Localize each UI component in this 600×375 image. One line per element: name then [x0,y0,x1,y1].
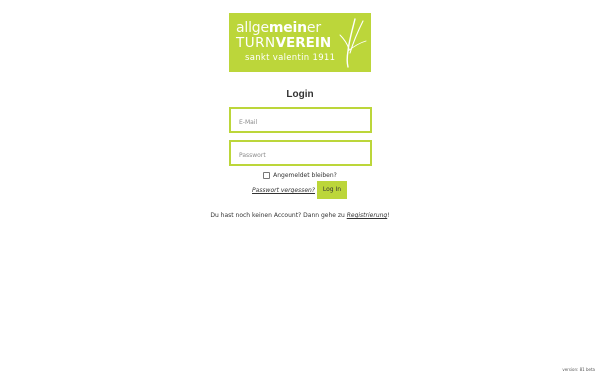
login-page: allgemeiner TURNVEREIN sankt valentin 19… [0,0,600,375]
version-label: version: 81 beta [562,367,595,372]
login-button[interactable]: Log In [317,181,347,199]
password-input[interactable] [231,144,370,167]
logo-text-turn: TURN [236,35,276,51]
password-field-frame [229,140,372,167]
logo-text-mein: mein [268,20,307,36]
remember-me-label[interactable]: Angemeldet bleiben? [273,172,337,179]
club-logo: allgemeiner TURNVEREIN sankt valentin 19… [229,13,371,72]
email-input[interactable] [231,111,370,134]
register-link[interactable]: Registrierung [347,212,388,219]
logo-text-top: allgemeiner [236,20,321,36]
logo-text-bottom: sankt valentin 1911 [245,53,336,63]
register-line: Du hast noch keinen Account? Dann gehe z… [0,212,600,219]
forgot-password-link[interactable]: Passwort vergessen? [252,187,315,194]
email-field-frame [229,107,372,134]
logo-text-er: er [306,20,321,36]
logo-text-verein: VEREIN [275,35,332,51]
logo-swoosh-icon [339,18,367,68]
login-heading: Login [286,89,314,100]
register-prompt: Du hast noch keinen Account? Dann gehe z… [210,212,347,219]
logo-text-middle: TURNVEREIN [236,36,331,51]
logo-text-allge: allge [236,20,269,36]
remember-me-checkbox[interactable] [263,171,271,179]
remember-me-row: Angemeldet bleiben? [0,170,600,180]
register-suffix: ! [387,212,390,219]
